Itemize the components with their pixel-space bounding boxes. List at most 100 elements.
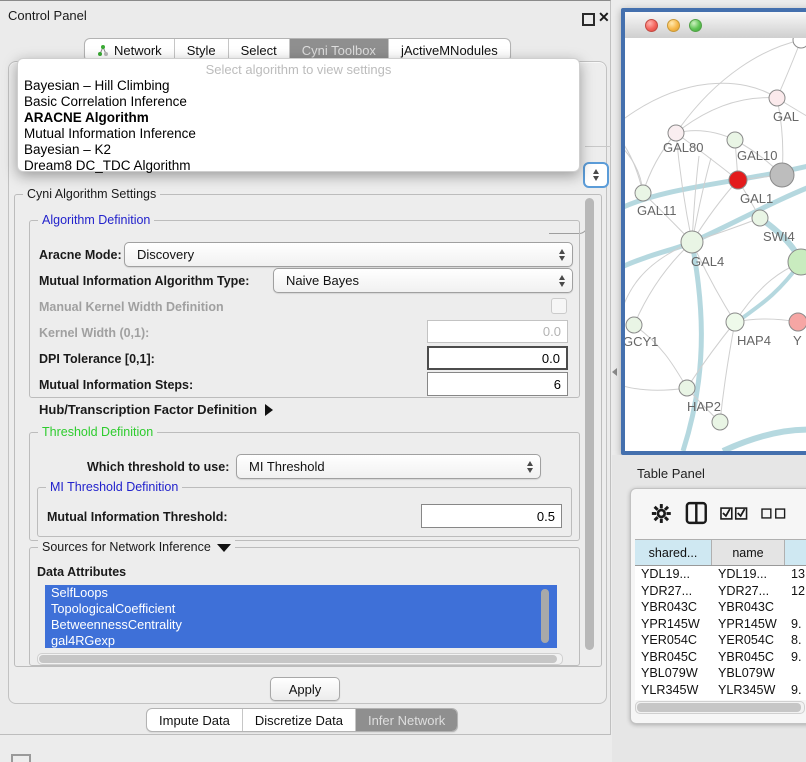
table-hscroll-thumb[interactable] — [637, 703, 801, 712]
sources-group-title[interactable]: Sources for Network Inference — [38, 540, 235, 554]
network-node-hap4[interactable] — [726, 313, 744, 331]
aracne-mode-combobox[interactable]: Discovery — [124, 242, 573, 267]
table-cell: YBR043C — [635, 599, 712, 616]
hscroll-thumb[interactable] — [39, 655, 557, 663]
unchecked-boxes-icon[interactable] — [761, 508, 787, 519]
combo-updown-icon — [559, 275, 565, 287]
table-row[interactable]: YDR27...YDR27...12 — [635, 583, 806, 600]
network-node-gal80[interactable] — [668, 125, 684, 141]
network-node-swi4[interactable] — [752, 210, 768, 226]
threshold-definition-title: Threshold Definition — [38, 425, 157, 439]
attributes-scrollbar-thumb[interactable] — [541, 589, 549, 643]
network-node-label: GAL80 — [663, 140, 703, 155]
minimize-traffic-light[interactable] — [667, 19, 680, 32]
bottom-tab-impute-data[interactable]: Impute Data — [147, 709, 243, 731]
table-cell: YDR27... — [712, 583, 785, 600]
zoom-traffic-light[interactable] — [689, 19, 702, 32]
settings-scrollbar-thumb[interactable] — [585, 198, 594, 650]
table-cell: YLR345W — [635, 682, 712, 699]
table-cell: YBR045C — [635, 649, 712, 666]
split-columns-icon[interactable] — [685, 501, 708, 525]
network-node-gal1[interactable] — [729, 171, 747, 189]
panel-restore-icon[interactable] — [11, 754, 31, 762]
hub-definition-toggle[interactable]: Hub/Transcription Factor Definition — [39, 402, 273, 417]
table-row[interactable]: YBR043CYBR043C — [635, 599, 806, 616]
close-traffic-light[interactable] — [645, 19, 658, 32]
manual-kernel-width-label: Manual Kernel Width Definition — [39, 300, 224, 314]
mi-threshold-definition-title: MI Threshold Definition — [46, 480, 182, 494]
gear-icon[interactable] — [651, 503, 672, 524]
dpi-tolerance-field[interactable]: 0.0 — [427, 346, 568, 370]
network-node-gal11[interactable] — [635, 185, 651, 201]
table-row[interactable]: YIL052CYIL052C9 — [635, 698, 806, 700]
algorithm-option[interactable]: Dream8 DC_TDC Algorithm — [18, 158, 579, 174]
bottom-tab-infer-network[interactable]: Infer Network — [356, 709, 457, 731]
settings-vertical-scrollbar[interactable] — [583, 196, 596, 661]
kernel-width-field[interactable]: 0.0 — [427, 320, 568, 343]
manual-kernel-width-checkbox[interactable] — [551, 298, 567, 314]
tab-label: Select — [241, 43, 277, 58]
network-node-hap2[interactable] — [679, 380, 695, 396]
algorithm-option[interactable]: Basic Correlation Inference — [18, 94, 579, 110]
network-node[interactable] — [793, 38, 806, 48]
algorithm-option[interactable]: Bayesian – K2 — [18, 142, 579, 158]
algorithm-option[interactable]: Bayesian – Hill Climbing — [18, 78, 579, 94]
mi-algorithm-type-combobox[interactable]: Naive Bayes — [273, 268, 573, 293]
which-threshold-combobox[interactable]: MI Threshold — [236, 454, 541, 479]
column-header-cut[interactable] — [785, 539, 806, 565]
network-node-gal4[interactable] — [681, 231, 703, 253]
mi-threshold-field[interactable]: 0.5 — [421, 504, 562, 528]
focused-combobox-spinner[interactable] — [583, 162, 609, 188]
checked-boxes-icon[interactable] — [720, 507, 748, 520]
bottom-tab-discretize-data[interactable]: Discretize Data — [243, 709, 356, 731]
network-node[interactable] — [788, 249, 806, 275]
table-cell — [785, 599, 806, 616]
table-row[interactable]: YDL19...YDL19...13 — [635, 566, 806, 583]
data-attribute-item[interactable]: TopologicalCoefficient — [45, 601, 557, 617]
table-row[interactable]: YPR145WYPR145W9. — [635, 616, 806, 633]
table-row[interactable]: YBL079WYBL079W — [635, 665, 806, 682]
table-cell: YER054C — [635, 632, 712, 649]
tab-label: Infer Network — [368, 713, 445, 728]
control-panel-titlebar: Control Panel ✕ — [0, 1, 610, 31]
network-node-label: HAP2 — [687, 399, 721, 414]
tab-label: Cyni Toolbox — [302, 43, 376, 58]
network-node-gal[interactable] — [769, 90, 785, 106]
table-panel-window: shared...name YDL19...YDL19...13YDR27...… — [630, 488, 806, 724]
data-attributes-list[interactable]: SelfLoopsTopologicalCoefficientBetweenne… — [45, 585, 557, 648]
table-row[interactable]: YER054CYER054C8. — [635, 632, 806, 649]
table-panel-title: Table Panel — [637, 466, 705, 481]
mi-steps-field[interactable]: 6 — [427, 372, 568, 396]
float-window-icon[interactable] — [582, 13, 595, 26]
network-node-gal10[interactable] — [727, 132, 743, 148]
table-row[interactable]: YLR345WYLR345W9. — [635, 682, 806, 699]
data-attribute-item[interactable]: SelfLoops — [45, 585, 557, 601]
algorithm-option[interactable]: ARACNE Algorithm — [18, 110, 579, 126]
which-threshold-label: Which threshold to use: — [87, 460, 229, 474]
tab-label: Impute Data — [159, 713, 230, 728]
data-attribute-item[interactable]: BetweennessCentrality — [45, 617, 557, 633]
network-canvas[interactable]: GALGAL80GAL10GAL1GAL11SWI4GAL4GCY1HAP4YH… — [625, 38, 806, 451]
table-cell: YPR145W — [712, 616, 785, 633]
apply-button[interactable]: Apply — [270, 677, 340, 701]
network-window-titlebar — [625, 12, 806, 39]
panel-divider-arrow[interactable] — [612, 368, 617, 376]
table-toolbar — [631, 489, 806, 537]
network-node[interactable] — [712, 414, 728, 430]
network-node-y[interactable] — [789, 313, 806, 331]
network-icon — [97, 44, 109, 57]
table-horizontal-scrollbar[interactable] — [635, 701, 805, 714]
network-node-label: GCY1 — [625, 334, 658, 349]
table-row[interactable]: YBR045CYBR045C9. — [635, 649, 806, 666]
attributes-horizontal-scrollbar[interactable] — [37, 653, 563, 665]
network-node-label: HAP4 — [737, 333, 771, 348]
data-attribute-item[interactable]: gal4RGexp — [45, 633, 557, 648]
close-icon[interactable]: ✕ — [598, 9, 610, 26]
column-header-shared...[interactable]: shared... — [635, 539, 712, 565]
table-cell: YBL079W — [635, 665, 712, 682]
combo-updown-icon — [559, 249, 565, 261]
network-node[interactable] — [770, 163, 794, 187]
algorithm-option[interactable]: Mutual Information Inference — [18, 126, 579, 142]
column-header-name[interactable]: name — [712, 539, 785, 565]
network-node-gcy1[interactable] — [626, 317, 642, 333]
